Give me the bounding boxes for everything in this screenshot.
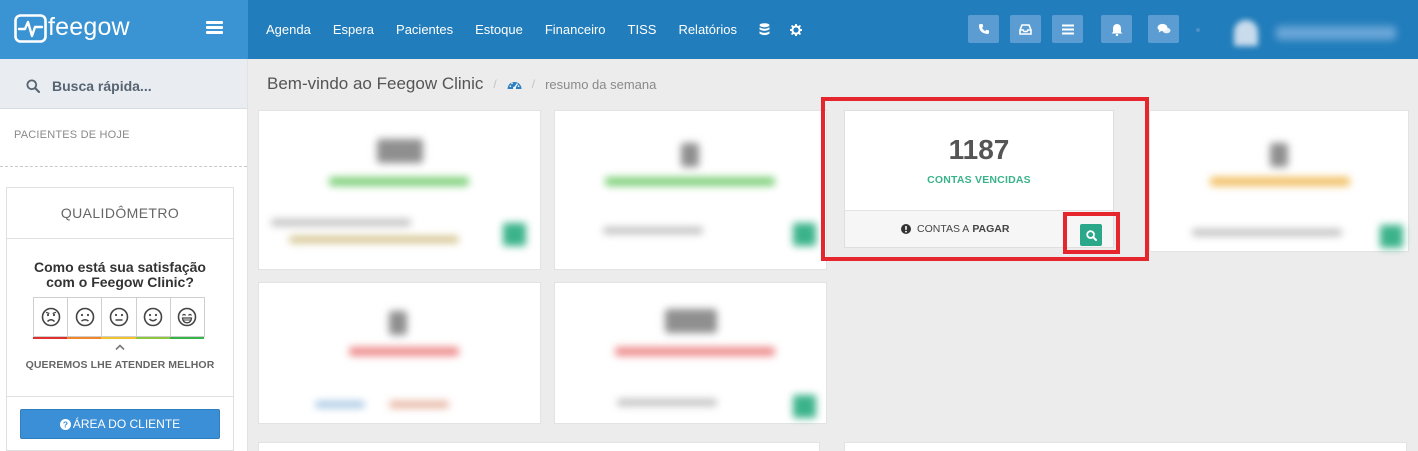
face-color-bar	[67, 337, 102, 339]
rating-neutral[interactable]	[101, 297, 137, 339]
phone-icon	[978, 24, 989, 34]
pacientes-hoje-label: PACIENTES DE HOJE	[14, 129, 130, 141]
breadcrumb-current: resumo da semana	[545, 76, 657, 92]
sidebar: Busca rápida... PACIENTES DE HOJE QUALID…	[0, 59, 248, 451]
quick-search[interactable]: Busca rápida...	[0, 59, 247, 109]
nav-tiss[interactable]: TISS	[628, 22, 657, 37]
contas-vencidas-label: CONTAS VENCIDAS	[927, 174, 1031, 186]
contas-vencidas-card: 1187 CONTAS VENCIDAS CONTAS A PAGAR	[844, 110, 1114, 248]
user-name-blurred	[1276, 26, 1396, 40]
satisfaction-faces	[33, 297, 209, 339]
search-input[interactable]: Busca rápida...	[52, 78, 152, 94]
bottom-panel	[258, 442, 820, 451]
footer-prefix: CONTAS A	[917, 223, 970, 235]
breadcrumb-separator: /	[531, 77, 536, 91]
rating-unhappy[interactable]	[67, 297, 103, 339]
qualidometro-subtitle: QUEREMOS LHE ATENDER MELHOR	[25, 359, 215, 371]
nav-financeiro[interactable]: Financeiro	[545, 22, 606, 37]
qualidometro-panel: QUALIDÔMETRO Como está sua satisfação co…	[6, 187, 234, 451]
chat-button[interactable]	[1148, 15, 1179, 43]
nav-agenda[interactable]: Agenda	[266, 22, 311, 37]
divider	[0, 166, 247, 167]
search-icon	[1085, 229, 1097, 241]
search-button[interactable]	[1080, 224, 1102, 246]
very-happy-face-icon	[178, 307, 197, 327]
summary-card-blurred	[554, 282, 827, 424]
avatar	[1234, 20, 1258, 46]
face-color-bar	[33, 337, 68, 339]
notifications-button[interactable]	[1101, 15, 1132, 43]
qualidometro-title: QUALIDÔMETRO	[7, 188, 233, 239]
divider	[7, 396, 233, 397]
rating-happy[interactable]	[135, 297, 171, 339]
nav-relatorios[interactable]: Relatórios	[678, 22, 737, 37]
summary-card-blurred	[258, 110, 541, 270]
chat-icon	[1157, 23, 1170, 34]
area-do-cliente-label: ÁREA DO CLIENTE	[72, 417, 181, 431]
happy-face-icon	[143, 307, 163, 327]
bottom-panel	[844, 442, 1407, 451]
footer-bold: PAGAR	[972, 223, 1010, 235]
hamburger-menu-icon[interactable]	[206, 21, 223, 35]
user-menu[interactable]	[1228, 20, 1396, 46]
breadcrumb-separator: /	[493, 77, 497, 91]
feegow-logo-icon	[14, 14, 47, 43]
chevron-up-icon	[115, 344, 125, 350]
nav-espera[interactable]: Espera	[333, 22, 374, 37]
face-color-bar	[169, 337, 204, 339]
area-do-cliente-button[interactable]: ? ÁREA DO CLIENTE	[20, 409, 220, 439]
phone-button[interactable]	[968, 15, 999, 43]
face-color-bar	[101, 337, 136, 339]
card-footer: CONTAS A PAGAR	[845, 210, 1113, 247]
brand-area: feegow	[0, 0, 248, 59]
question-circle-icon: ?	[59, 418, 71, 430]
summary-card-blurred	[554, 110, 827, 270]
svg-text:?: ?	[63, 419, 68, 429]
unhappy-face-icon	[75, 307, 95, 327]
nav-estoque[interactable]: Estoque	[475, 22, 523, 37]
rating-very-happy[interactable]	[169, 297, 205, 339]
dashboard-icon[interactable]	[507, 79, 522, 90]
inbox-icon	[1019, 23, 1032, 35]
breadcrumb: Bem-vindo ao Feegow Clinic / / resumo da…	[267, 74, 656, 94]
nav-pacientes[interactable]: Pacientes	[396, 22, 453, 37]
summary-card-blurred	[1149, 110, 1409, 252]
database-icon[interactable]	[759, 23, 770, 36]
summary-card-blurred	[258, 282, 541, 424]
list-icon	[1061, 24, 1074, 34]
list-button[interactable]	[1052, 15, 1083, 43]
brand-name[interactable]: feegow	[48, 13, 130, 42]
rating-very-unhappy[interactable]	[33, 297, 69, 339]
satisfaction-question: Como está sua satisfação com o Feegow Cl…	[7, 260, 233, 290]
top-bar: feegow Agenda Espera Pacientes Estoque F…	[0, 0, 1418, 59]
neutral-face-icon	[109, 307, 129, 327]
face-color-bar	[135, 337, 170, 339]
very-unhappy-face-icon	[41, 307, 60, 327]
main-nav: Agenda Espera Pacientes Estoque Financei…	[266, 0, 822, 59]
question-text: Como está sua satisfação com o Feegow Cl…	[34, 259, 206, 290]
info-circle-icon	[901, 224, 911, 234]
search-icon	[26, 79, 40, 93]
bell-icon	[1111, 23, 1122, 36]
inbox-button[interactable]	[1010, 15, 1041, 43]
status-dot	[1196, 28, 1200, 32]
contas-a-pagar-link[interactable]: CONTAS A PAGAR	[901, 223, 1009, 235]
contas-vencidas-value: 1187	[948, 134, 1010, 165]
page-title: Bem-vindo ao Feegow Clinic	[267, 74, 484, 93]
gear-icon[interactable]	[789, 23, 802, 36]
